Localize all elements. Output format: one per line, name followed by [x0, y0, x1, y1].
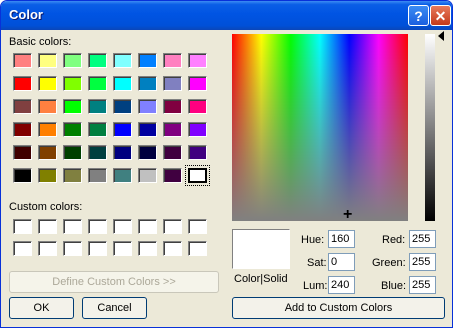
custom-color-swatch[interactable]	[113, 241, 132, 256]
basic-color-swatch[interactable]	[88, 76, 107, 91]
custom-color-swatch[interactable]	[38, 219, 57, 234]
custom-color-swatch[interactable]	[38, 241, 57, 256]
basic-color-swatch[interactable]	[38, 53, 57, 68]
custom-color-swatch[interactable]	[188, 241, 207, 256]
basic-color-swatch[interactable]	[188, 53, 207, 68]
cancel-button[interactable]: Cancel	[82, 297, 147, 319]
basic-color-swatch[interactable]	[138, 99, 157, 114]
basic-color-swatch[interactable]	[138, 53, 157, 68]
basic-color-swatch[interactable]	[63, 99, 82, 114]
basic-color-swatch[interactable]	[113, 99, 132, 114]
basic-color-swatch[interactable]	[63, 76, 82, 91]
custom-color-swatch[interactable]	[63, 241, 82, 256]
basic-color-swatch[interactable]	[13, 76, 32, 91]
basic-color-swatch[interactable]	[38, 122, 57, 137]
basic-color-swatch[interactable]	[113, 168, 132, 183]
basic-color-swatch[interactable]	[38, 168, 57, 183]
lum-field[interactable]: 240	[328, 276, 355, 294]
lum-label: Lum:	[303, 280, 328, 292]
close-button[interactable]: ✕	[430, 5, 451, 26]
basic-color-swatch[interactable]	[63, 53, 82, 68]
basic-color-swatch[interactable]	[188, 76, 207, 91]
custom-color-swatch[interactable]	[113, 219, 132, 234]
basic-color-swatch[interactable]	[138, 122, 157, 137]
basic-color-swatch[interactable]	[188, 99, 207, 114]
blue-label: Blue:	[381, 280, 407, 292]
help-button[interactable]: ?	[408, 5, 429, 26]
green-label: Green:	[372, 257, 406, 269]
basic-color-swatch[interactable]	[138, 76, 157, 91]
sat-label: Sat:	[307, 257, 327, 269]
basic-color-swatch[interactable]	[163, 99, 182, 114]
luminance-arrow-icon[interactable]	[438, 31, 444, 41]
luminance-slider[interactable]	[425, 34, 435, 221]
basic-color-swatch[interactable]	[188, 122, 207, 137]
basic-color-swatch[interactable]	[138, 168, 157, 183]
basic-color-swatch[interactable]	[163, 53, 182, 68]
green-field[interactable]: 255	[409, 253, 436, 271]
basic-color-swatch[interactable]	[113, 122, 132, 137]
basic-color-swatch[interactable]	[163, 168, 182, 183]
hue-field[interactable]: 160	[328, 230, 355, 248]
basic-color-swatch[interactable]	[13, 99, 32, 114]
basic-color-swatch[interactable]	[38, 145, 57, 160]
basic-color-swatch[interactable]	[113, 145, 132, 160]
custom-color-swatch[interactable]	[138, 219, 157, 234]
basic-color-swatch[interactable]	[185, 165, 210, 186]
basic-color-swatch[interactable]	[188, 145, 207, 160]
basic-color-swatch[interactable]	[13, 122, 32, 137]
basic-colors-label: Basic colors:	[9, 36, 72, 48]
basic-color-swatch[interactable]	[138, 145, 157, 160]
basic-color-swatch[interactable]	[88, 122, 107, 137]
custom-colors-label: Custom colors:	[9, 201, 83, 213]
custom-color-swatch[interactable]	[188, 219, 207, 234]
basic-color-swatch[interactable]	[13, 53, 32, 68]
color-spectrum[interactable]	[232, 34, 408, 221]
title-bar: Color ? ✕	[1, 1, 452, 30]
basic-color-swatch[interactable]	[38, 76, 57, 91]
basic-color-swatch[interactable]	[113, 76, 132, 91]
basic-color-swatch[interactable]	[63, 168, 82, 183]
basic-color-swatch[interactable]	[38, 99, 57, 114]
color-solid-label: Color|Solid	[234, 273, 288, 285]
basic-color-swatch[interactable]	[88, 145, 107, 160]
custom-color-swatch[interactable]	[13, 241, 32, 256]
basic-color-swatch[interactable]	[63, 145, 82, 160]
basic-color-swatch[interactable]	[88, 168, 107, 183]
blue-field[interactable]: 255	[409, 276, 436, 294]
red-label: Red:	[382, 234, 406, 246]
basic-color-swatch[interactable]	[88, 53, 107, 68]
red-field[interactable]: 255	[409, 230, 436, 248]
sat-field[interactable]: 0	[328, 253, 355, 271]
custom-color-swatch[interactable]	[13, 219, 32, 234]
custom-color-swatch[interactable]	[88, 219, 107, 234]
custom-color-swatch[interactable]	[88, 241, 107, 256]
window-title: Color	[9, 7, 43, 22]
color-dialog: Color ? ✕ Basic colors: Custom colors: D…	[0, 0, 453, 328]
basic-color-swatch[interactable]	[13, 145, 32, 160]
custom-color-swatch[interactable]	[63, 219, 82, 234]
custom-color-swatch[interactable]	[163, 219, 182, 234]
custom-color-swatch[interactable]	[163, 241, 182, 256]
define-custom-colors-button[interactable]: Define Custom Colors >>	[9, 271, 219, 293]
add-to-custom-colors-button[interactable]: Add to Custom Colors	[232, 297, 445, 319]
basic-color-swatch[interactable]	[63, 122, 82, 137]
crosshair-icon: +	[343, 206, 353, 223]
basic-color-swatch[interactable]	[163, 76, 182, 91]
basic-color-swatch[interactable]	[13, 168, 32, 183]
basic-color-swatch[interactable]	[88, 99, 107, 114]
hue-label: Hue:	[301, 234, 325, 246]
basic-color-swatch[interactable]	[113, 53, 132, 68]
basic-color-swatch[interactable]	[163, 122, 182, 137]
basic-color-swatch[interactable]	[163, 145, 182, 160]
custom-color-swatch[interactable]	[138, 241, 157, 256]
color-preview	[232, 229, 290, 269]
ok-button[interactable]: OK	[9, 297, 74, 319]
